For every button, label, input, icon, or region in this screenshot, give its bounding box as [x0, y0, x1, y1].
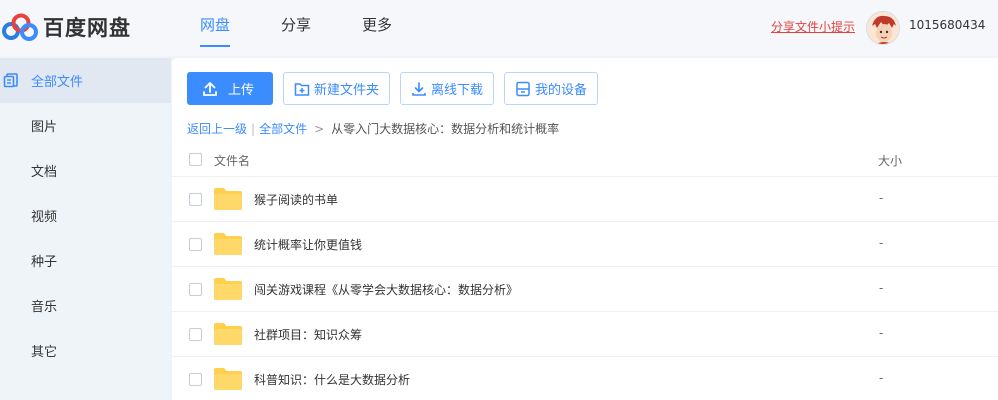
breadcrumb-back-link[interactable]: 返回上一级	[187, 120, 247, 137]
table-row[interactable]: 科普知识：什么是大数据分析 -	[172, 357, 998, 400]
folder-icon	[214, 368, 242, 390]
select-all-checkbox[interactable]	[189, 153, 202, 166]
table-row[interactable]: 统计概率让你更值钱 -	[172, 222, 998, 267]
row-checkbox[interactable]	[189, 238, 202, 251]
sidebar-item-label: 其它	[31, 345, 58, 360]
file-name[interactable]: 闯关游戏课程《从零学会大数据核心：数据分析》	[254, 281, 518, 298]
file-name[interactable]: 科普知识：什么是大数据分析	[254, 371, 410, 388]
sidebar-item-label: 音乐	[31, 300, 58, 315]
avatar[interactable]	[866, 11, 900, 45]
file-size: -	[879, 281, 884, 295]
sidebar-item-images[interactable]: 图片	[0, 103, 171, 148]
table-row[interactable]: 猴子阅读的书单 -	[172, 177, 998, 222]
sidebar-item-all-files[interactable]: 全部文件	[0, 58, 171, 103]
new-folder-icon	[294, 82, 310, 96]
sidebar-item-label: 全部文件	[31, 75, 84, 90]
file-name[interactable]: 社群项目：知识众筹	[254, 326, 362, 343]
file-size: -	[879, 191, 884, 205]
sidebar: 全部文件 图片 文档 视频 种子 音乐 其它	[0, 58, 171, 400]
upload-button-label: 上传	[228, 83, 255, 98]
nav-tab-share[interactable]: 分享	[281, 0, 311, 56]
logo-text: 百度网盘	[43, 16, 131, 40]
sidebar-item-label: 图片	[31, 120, 58, 135]
breadcrumb-separator: |	[251, 121, 256, 136]
nav-tab-wangpan[interactable]: 网盘	[200, 0, 231, 56]
sidebar-item-documents[interactable]: 文档	[0, 148, 171, 193]
table-row[interactable]: 闯关游戏课程《从零学会大数据核心：数据分析》 -	[172, 267, 998, 312]
main-nav: 网盘 分享 更多	[200, 0, 443, 56]
top-bar: 百度网盘 网盘 分享 更多 分享文件小提示 1015680434	[0, 0, 998, 56]
my-devices-button[interactable]: 我的设备	[504, 72, 599, 105]
sidebar-item-music[interactable]: 音乐	[0, 283, 171, 328]
device-icon	[516, 81, 530, 96]
sidebar-item-videos[interactable]: 视频	[0, 193, 171, 238]
breadcrumb-current: 从零入门大数据核心：数据分析和统计概率	[331, 122, 560, 136]
table-header: 文件名 大小	[172, 142, 998, 177]
file-size: -	[879, 326, 884, 340]
table-row[interactable]: 社群项目：知识众筹 -	[172, 312, 998, 357]
toolbar: 上传 新建文件夹 离线下载 我的设备	[187, 72, 608, 105]
row-checkbox[interactable]	[189, 193, 202, 206]
upload-icon	[203, 81, 217, 96]
file-size: -	[879, 371, 884, 385]
nav-tab-more[interactable]: 更多	[362, 0, 392, 56]
my-devices-button-label: 我的设备	[535, 83, 588, 98]
upload-button[interactable]: 上传	[187, 72, 273, 105]
file-name[interactable]: 统计概率让你更值钱	[254, 236, 362, 253]
breadcrumb: 返回上一级 | 全部文件 > 从零入门大数据核心：数据分析和统计概率	[187, 120, 559, 137]
logo[interactable]: 百度网盘	[0, 10, 131, 44]
breadcrumb-arrow: >	[314, 121, 325, 136]
cloud-logo-icon	[2, 13, 38, 41]
file-name[interactable]: 猴子阅读的书单	[254, 191, 338, 208]
row-checkbox[interactable]	[189, 328, 202, 341]
row-checkbox[interactable]	[189, 373, 202, 386]
breadcrumb-root-link[interactable]: 全部文件	[259, 120, 307, 137]
avatar-image-icon	[867, 12, 899, 44]
sidebar-item-torrents[interactable]: 种子	[0, 238, 171, 283]
share-tip-link[interactable]: 分享文件小提示	[771, 18, 855, 35]
offline-download-button[interactable]: 离线下载	[400, 72, 495, 105]
column-header-size[interactable]: 大小	[878, 152, 902, 169]
sidebar-item-label: 种子	[31, 255, 58, 270]
download-icon	[412, 81, 426, 96]
sidebar-item-label: 视频	[31, 210, 58, 225]
file-size: -	[879, 236, 884, 250]
file-list-panel: 上传 新建文件夹 离线下载 我的设备 返回上一级 | 全部文件 > 从零入门大数…	[172, 58, 998, 400]
folder-icon	[214, 323, 242, 345]
folder-icon	[214, 233, 242, 255]
column-header-name[interactable]: 文件名	[214, 152, 250, 169]
folder-icon	[214, 278, 242, 300]
offline-download-button-label: 离线下载	[431, 83, 484, 98]
files-icon	[3, 73, 18, 88]
new-folder-button-label: 新建文件夹	[314, 83, 380, 98]
sidebar-item-other[interactable]: 其它	[0, 328, 171, 373]
new-folder-button[interactable]: 新建文件夹	[283, 72, 391, 105]
folder-icon	[214, 188, 242, 210]
row-checkbox[interactable]	[189, 283, 202, 296]
sidebar-item-label: 文档	[31, 165, 58, 180]
username[interactable]: 1015680434	[909, 18, 985, 32]
